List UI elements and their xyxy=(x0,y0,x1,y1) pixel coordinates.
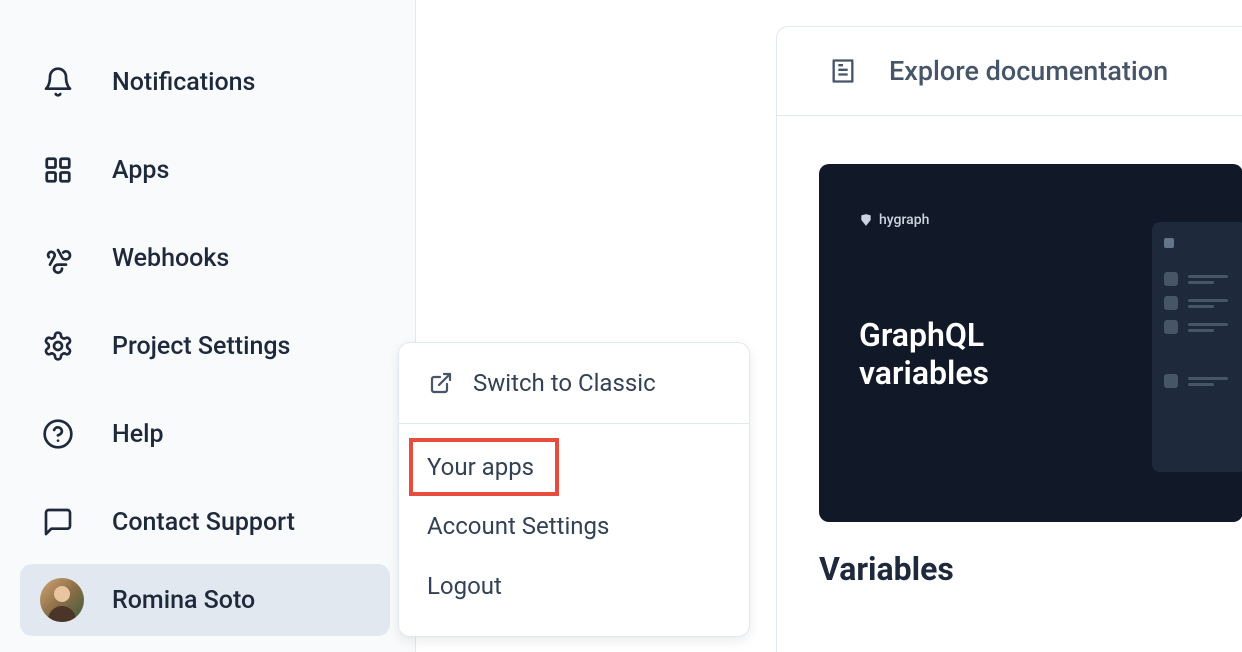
sidebar-item-apps[interactable]: Apps xyxy=(0,126,415,214)
grid-icon xyxy=(40,152,76,188)
card-brand: hygraph xyxy=(859,212,1203,228)
sidebar: Notifications Apps Webhooks Project Sett… xyxy=(0,0,416,652)
sidebar-item-contact-support[interactable]: Contact Support xyxy=(0,478,415,566)
menu-item-label: Switch to Classic xyxy=(473,369,656,397)
menu-item-account-settings[interactable]: Account Settings xyxy=(427,496,721,556)
menu-item-label: Account Settings xyxy=(427,512,609,540)
sidebar-item-project-settings[interactable]: Project Settings xyxy=(0,302,415,390)
user-name-label: Romina Soto xyxy=(112,586,255,615)
book-icon xyxy=(827,55,859,87)
sidebar-item-label: Help xyxy=(112,420,164,449)
sidebar-item-webhooks[interactable]: Webhooks xyxy=(0,214,415,302)
sidebar-nav: Notifications Apps Webhooks Project Sett… xyxy=(0,0,415,566)
message-square-icon xyxy=(40,504,76,540)
documentation-header[interactable]: Explore documentation xyxy=(777,27,1242,116)
card-mockup-graphic xyxy=(1152,222,1242,472)
sidebar-item-label: Notifications xyxy=(112,68,255,97)
documentation-panel: Explore documentation hygraph GraphQL va… xyxy=(776,26,1242,652)
help-circle-icon xyxy=(40,416,76,452)
card-brand-label: hygraph xyxy=(879,212,929,228)
webhook-icon xyxy=(40,240,76,276)
menu-item-your-apps[interactable]: Your apps xyxy=(409,438,559,496)
documentation-card[interactable]: hygraph GraphQL variables xyxy=(819,164,1242,522)
external-link-icon xyxy=(427,369,455,397)
menu-item-label: Logout xyxy=(427,572,502,600)
article-title: Variables xyxy=(819,550,1242,588)
sidebar-item-help[interactable]: Help xyxy=(0,390,415,478)
bell-icon xyxy=(40,64,76,100)
sidebar-item-label: Contact Support xyxy=(112,508,295,537)
menu-item-switch-classic[interactable]: Switch to Classic xyxy=(427,361,721,405)
user-popup-menu: Switch to Classic Your apps Account Sett… xyxy=(398,342,750,637)
menu-item-logout[interactable]: Logout xyxy=(427,556,721,616)
menu-item-label: Your apps xyxy=(427,453,534,481)
documentation-header-label: Explore documentation xyxy=(889,55,1168,87)
gear-icon xyxy=(40,328,76,364)
sidebar-item-notifications[interactable]: Notifications xyxy=(0,38,415,126)
sidebar-item-label: Webhooks xyxy=(112,244,229,273)
sidebar-item-label: Project Settings xyxy=(112,332,290,361)
hygraph-logo-icon xyxy=(859,213,873,227)
user-profile-button[interactable]: Romina Soto xyxy=(20,564,390,636)
avatar xyxy=(40,578,84,622)
sidebar-item-label: Apps xyxy=(112,156,169,185)
